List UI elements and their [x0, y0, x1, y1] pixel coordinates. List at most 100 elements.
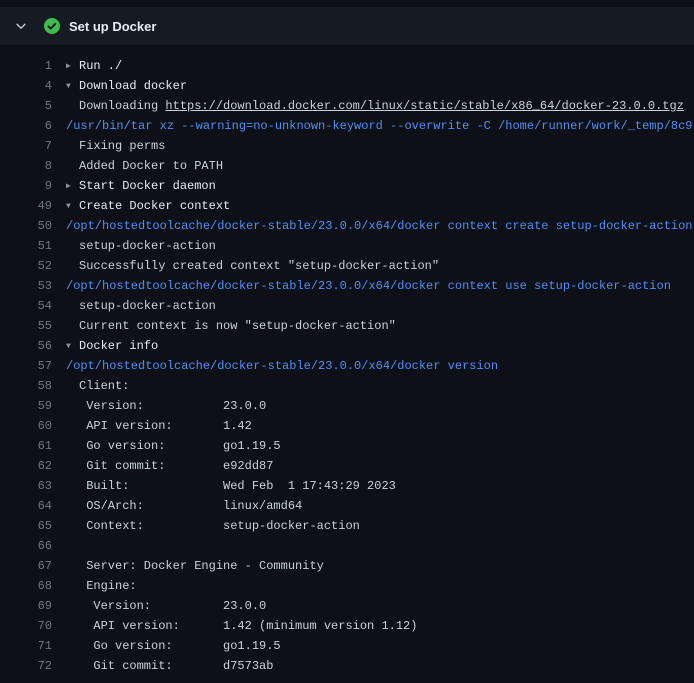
log-text: Downloading https://download.docker.com/…: [66, 96, 684, 116]
log-text: Current context is now "setup-docker-act…: [66, 316, 396, 336]
log-text: /usr/bin/tar xz --warning=no-unknown-key…: [66, 116, 693, 136]
line-number[interactable]: 55: [0, 316, 52, 336]
log-line: 5 Downloading https://download.docker.com…: [0, 96, 694, 116]
group-title: Run ./: [79, 59, 122, 73]
log-line: 72 Git commit: d7573ab: [0, 656, 694, 676]
line-number[interactable]: 8: [0, 156, 52, 176]
log-text: setup-docker-action: [66, 236, 216, 256]
log-line: 70 API version: 1.42 (minimum version 1.…: [0, 616, 694, 636]
log-text: ▶Start Docker daemon: [66, 176, 216, 197]
log-text: ▼Docker info: [66, 336, 158, 357]
line-number[interactable]: 6: [0, 116, 52, 136]
line-number[interactable]: 5: [0, 96, 52, 116]
log-link[interactable]: https://download.docker.com/linux/static…: [165, 99, 683, 113]
log-group-line[interactable]: 56 ▼Docker info: [0, 336, 694, 356]
line-number[interactable]: 64: [0, 496, 52, 516]
line-number[interactable]: 1: [0, 56, 52, 76]
log-container: 1▶Run ./4▼Download docker5Downloading ht…: [0, 45, 694, 676]
line-number[interactable]: 69: [0, 596, 52, 616]
chevron-down-icon: ▼: [66, 197, 79, 217]
log-text: setup-docker-action: [66, 296, 216, 316]
line-number[interactable]: 56: [0, 336, 52, 356]
line-number[interactable]: 4: [0, 76, 52, 96]
chevron-down-icon: ▼: [66, 337, 79, 357]
log-line: 53/opt/hostedtoolcache/docker-stable/23.…: [0, 276, 694, 296]
log-text: OS/Arch: linux/amd64: [66, 496, 302, 516]
line-number[interactable]: 71: [0, 636, 52, 656]
line-number[interactable]: 58: [0, 376, 52, 396]
log-text: Go version: go1.19.5: [66, 436, 281, 456]
line-number[interactable]: 54: [0, 296, 52, 316]
chevron-right-icon: ▶: [66, 177, 79, 197]
log-group-line[interactable]: 1 ▶Run ./: [0, 56, 694, 76]
log-text: Client:: [66, 376, 129, 396]
log-line: 61 Go version: go1.19.5: [0, 436, 694, 456]
line-number[interactable]: 60: [0, 416, 52, 436]
chevron-down-icon: ▼: [66, 77, 79, 97]
log-line: 67 Server: Docker Engine - Community: [0, 556, 694, 576]
log-text: Engine:: [66, 576, 137, 596]
log-line: 52 Successfully created context "setup-do…: [0, 256, 694, 276]
line-number[interactable]: 7: [0, 136, 52, 156]
group-title: Start Docker daemon: [79, 179, 216, 193]
log-line: 6/usr/bin/tar xz --warning=no-unknown-ke…: [0, 116, 694, 136]
line-number[interactable]: 50: [0, 216, 52, 236]
log-line: 66: [0, 536, 694, 556]
line-number[interactable]: 65: [0, 516, 52, 536]
log-text: Version: 23.0.0: [66, 396, 266, 416]
line-number[interactable]: 53: [0, 276, 52, 296]
log-text: Version: 23.0.0: [66, 596, 266, 616]
line-number[interactable]: 70: [0, 616, 52, 636]
log-text: ▶Run ./: [66, 56, 122, 77]
log-text: Built: Wed Feb 1 17:43:29 2023: [66, 476, 396, 496]
log-text: /opt/hostedtoolcache/docker-stable/23.0.…: [66, 276, 671, 296]
log-line: 62 Git commit: e92dd87: [0, 456, 694, 476]
line-number[interactable]: 66: [0, 536, 52, 556]
log-text: ▼Download docker: [66, 76, 187, 97]
log-text: Successfully created context "setup-dock…: [66, 256, 439, 276]
link-prefix: Downloading: [79, 99, 165, 113]
line-number[interactable]: 9: [0, 176, 52, 196]
line-number[interactable]: 68: [0, 576, 52, 596]
log-text: Context: setup-docker-action: [66, 516, 360, 536]
log-text: Fixing perms: [66, 136, 165, 156]
line-number[interactable]: 72: [0, 656, 52, 676]
log-line: 59 Version: 23.0.0: [0, 396, 694, 416]
log-group-line[interactable]: 4 ▼Download docker: [0, 76, 694, 96]
line-number[interactable]: 67: [0, 556, 52, 576]
log-line: 51 setup-docker-action: [0, 236, 694, 256]
chevron-down-icon[interactable]: [13, 18, 29, 34]
log-text: Server: Docker Engine - Community: [66, 556, 324, 576]
log-group-line[interactable]: 9 ▶Start Docker daemon: [0, 176, 694, 196]
log-line: 55 Current context is now "setup-docker-a…: [0, 316, 694, 336]
line-number[interactable]: 57: [0, 356, 52, 376]
step-title: Set up Docker: [69, 19, 156, 34]
line-number[interactable]: 49: [0, 196, 52, 216]
line-number[interactable]: 52: [0, 256, 52, 276]
log-line: 8Added Docker to PATH: [0, 156, 694, 176]
line-number[interactable]: 59: [0, 396, 52, 416]
check-circle-icon: [44, 18, 60, 34]
line-number[interactable]: 62: [0, 456, 52, 476]
log-line: 7 Fixing perms: [0, 136, 694, 156]
log-line: 71 Go version: go1.19.5: [0, 636, 694, 656]
group-title: Docker info: [79, 339, 158, 353]
log-line: 64 OS/Arch: linux/amd64: [0, 496, 694, 516]
group-title: Download docker: [79, 79, 187, 93]
line-number[interactable]: 51: [0, 236, 52, 256]
line-number[interactable]: 61: [0, 436, 52, 456]
log-text: /opt/hostedtoolcache/docker-stable/23.0.…: [66, 356, 498, 376]
log-text: API version: 1.42 (minimum version 1.12): [66, 616, 417, 636]
chevron-right-icon: ▶: [66, 57, 79, 77]
log-text: Git commit: e92dd87: [66, 456, 273, 476]
log-line: 69 Version: 23.0.0: [0, 596, 694, 616]
log-group-line[interactable]: 49 ▼Create Docker context: [0, 196, 694, 216]
line-number[interactable]: 63: [0, 476, 52, 496]
log-line: 54 setup-docker-action: [0, 296, 694, 316]
step-header[interactable]: Set up Docker: [0, 7, 694, 45]
log-text: ▼Create Docker context: [66, 196, 230, 217]
log-text: Go version: go1.19.5: [66, 636, 281, 656]
log-text: API version: 1.42: [66, 416, 252, 436]
log-line: 60 API version: 1.42: [0, 416, 694, 436]
log-line: 58 Client:: [0, 376, 694, 396]
